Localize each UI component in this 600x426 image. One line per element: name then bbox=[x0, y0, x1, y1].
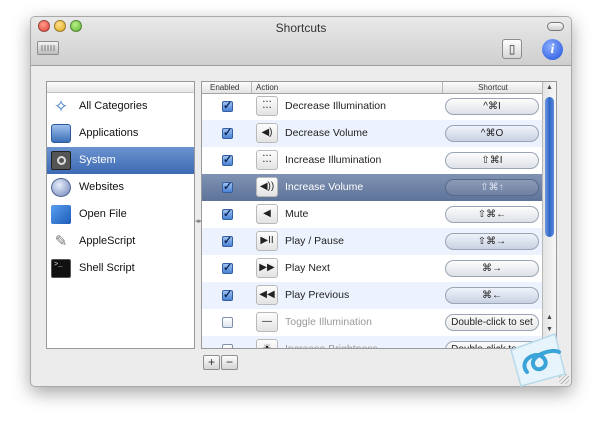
shortcut-field[interactable]: Double-click to set bbox=[445, 314, 539, 331]
shortcut-field[interactable]: ⇧⌘I bbox=[445, 152, 539, 169]
applescript-icon: ✎ bbox=[54, 233, 68, 250]
sidebar-item-label: AppleScript bbox=[79, 235, 136, 247]
table-rows: ⁚⁚⁚ Decrease Illumination ^⌘I ◀) Decrease Vo… bbox=[202, 93, 542, 349]
scroll-up-arrow-icon[interactable]: ▲ bbox=[546, 314, 553, 321]
action-icon: ⁚⁚⁚ bbox=[256, 96, 278, 116]
category-list: ✧ All Categories Applications System Website… bbox=[47, 93, 194, 282]
enabled-checkbox[interactable] bbox=[222, 153, 233, 166]
enabled-checkbox[interactable] bbox=[222, 180, 233, 193]
scroll-up-arrow-icon[interactable]: ▲ bbox=[546, 84, 553, 91]
sidebar-header bbox=[47, 82, 194, 93]
shortcut-field[interactable]: ⇧⌘← bbox=[445, 206, 539, 223]
sidebar-item-label: Applications bbox=[79, 127, 139, 139]
sidebar-item[interactable]: Applications bbox=[47, 120, 194, 147]
action-label: Toggle Illumination bbox=[285, 316, 372, 328]
scrollbar-thumb[interactable] bbox=[545, 97, 554, 237]
open-file-icon bbox=[51, 205, 71, 224]
action-icon: ◀) bbox=[256, 123, 278, 143]
enabled-checkbox[interactable] bbox=[222, 234, 233, 247]
sidebar-item[interactable]: Open File bbox=[47, 201, 194, 228]
table-row[interactable]: ◀ Mute ⇧⌘← bbox=[202, 201, 542, 228]
category-sidebar: ✧ All Categories Applications System Website… bbox=[46, 81, 195, 349]
sidebar-item-label: Websites bbox=[79, 181, 125, 193]
column-header-enabled[interactable]: Enabled bbox=[210, 82, 239, 93]
window-title: Shortcuts bbox=[275, 21, 327, 35]
table-row[interactable]: ◀) Decrease Volume ^⌘O bbox=[202, 120, 542, 147]
enabled-checkbox[interactable] bbox=[222, 317, 233, 328]
sidebar-item[interactable]: ✎ AppleScript bbox=[47, 228, 194, 255]
action-label: Play Previous bbox=[285, 289, 350, 301]
enabled-checkbox[interactable] bbox=[222, 126, 233, 139]
table-row[interactable]: — Toggle Illumination Double-click to set bbox=[202, 309, 542, 336]
action-label: Decrease Volume bbox=[285, 127, 368, 139]
action-label: Increase Volume bbox=[285, 181, 364, 193]
action-icon: — bbox=[256, 312, 278, 332]
enabled-checkbox[interactable] bbox=[222, 99, 233, 112]
shortcut-field[interactable]: ^⌘I bbox=[445, 98, 539, 115]
action-icon: ⁚⁚⁚ bbox=[256, 150, 278, 170]
system-icon bbox=[51, 151, 71, 170]
action-label: Increase Illumination bbox=[285, 154, 382, 166]
table-row[interactable]: ◀)) Increase Volume ⇧⌘↑ bbox=[202, 174, 542, 201]
action-icon: ◀ bbox=[256, 204, 278, 224]
action-icon: ▶▶ bbox=[256, 258, 278, 278]
enabled-checkbox[interactable] bbox=[222, 288, 233, 301]
table-row[interactable]: ⁚⁚⁚ Increase Illumination ⇧⌘I bbox=[202, 147, 542, 174]
action-button[interactable]: ▯ bbox=[502, 39, 522, 59]
action-label: Play / Pause bbox=[285, 235, 344, 247]
sidebar-item-label: All Categories bbox=[79, 100, 148, 112]
sidebar-item[interactable]: ✧ All Categories bbox=[47, 93, 194, 120]
app-swirl-icon bbox=[510, 333, 566, 387]
action-icon: ◀◀ bbox=[256, 285, 278, 305]
table-row[interactable]: ◀◀ Play Previous ⌘← bbox=[202, 282, 542, 309]
table-row[interactable]: ⁚⁚⁚ Decrease Illumination ^⌘I bbox=[202, 93, 542, 120]
info-button[interactable]: i bbox=[542, 39, 563, 60]
vertical-scrollbar[interactable]: ▲ ▲ ▼ bbox=[542, 82, 556, 348]
sidebar-item-label: Shell Script bbox=[79, 262, 135, 274]
column-header-action[interactable]: Action bbox=[251, 82, 456, 93]
sidebar-item-label: System bbox=[79, 154, 116, 166]
action-icon: ☀ bbox=[256, 339, 278, 348]
action-icon: ◀)) bbox=[256, 177, 278, 197]
sidebar-item[interactable]: Websites bbox=[47, 174, 194, 201]
action-label: Play Next bbox=[285, 262, 330, 274]
keyboard-icon bbox=[37, 41, 59, 55]
table-row[interactable]: ▶II Play / Pause ⇧⌘→ bbox=[202, 228, 542, 255]
shortcuts-table: Enabled Action Shortcut ⁚⁚⁚ Decrease Illu… bbox=[201, 81, 557, 349]
action-label: Mute bbox=[285, 208, 309, 220]
enabled-checkbox[interactable] bbox=[222, 344, 233, 348]
all-categories-icon: ✧ bbox=[53, 97, 69, 116]
shortcut-field[interactable]: ⇧⌘↑ bbox=[445, 179, 539, 196]
enabled-checkbox[interactable] bbox=[222, 261, 233, 274]
shortcut-field[interactable]: ^⌘O bbox=[445, 125, 539, 142]
websites-icon bbox=[51, 178, 71, 197]
sidebar-item[interactable]: System bbox=[47, 147, 194, 174]
sidebar-item-label: Open File bbox=[79, 208, 127, 220]
shortcut-field[interactable]: ⌘← bbox=[445, 287, 539, 304]
shortcut-field[interactable]: ⇧⌘→ bbox=[445, 233, 539, 250]
applications-icon bbox=[51, 124, 71, 143]
table-row[interactable]: ▶▶ Play Next ⌘→ bbox=[202, 255, 542, 282]
remove-shortcut-button[interactable]: − bbox=[221, 355, 238, 370]
shell-script-icon bbox=[51, 259, 71, 278]
add-shortcut-button[interactable]: + bbox=[203, 355, 220, 370]
sidebar-item[interactable]: Shell Script bbox=[47, 255, 194, 282]
enabled-checkbox[interactable] bbox=[222, 207, 233, 220]
table-row[interactable]: ☀Increase BrightnessDouble-click to set bbox=[202, 336, 542, 349]
action-label: Increase Brightness bbox=[285, 343, 378, 349]
column-header-shortcut[interactable]: Shortcut bbox=[442, 82, 543, 93]
action-label: Decrease Illumination bbox=[285, 100, 386, 112]
toolbar-toggle-button[interactable] bbox=[547, 22, 564, 31]
action-icon: ▶II bbox=[256, 231, 278, 251]
shortcut-field[interactable]: ⌘→ bbox=[445, 260, 539, 277]
shortcuts-window: Shortcuts ▯ i ✧ All Categories Application… bbox=[30, 16, 572, 387]
title-bar: Shortcuts ▯ i bbox=[31, 17, 571, 66]
